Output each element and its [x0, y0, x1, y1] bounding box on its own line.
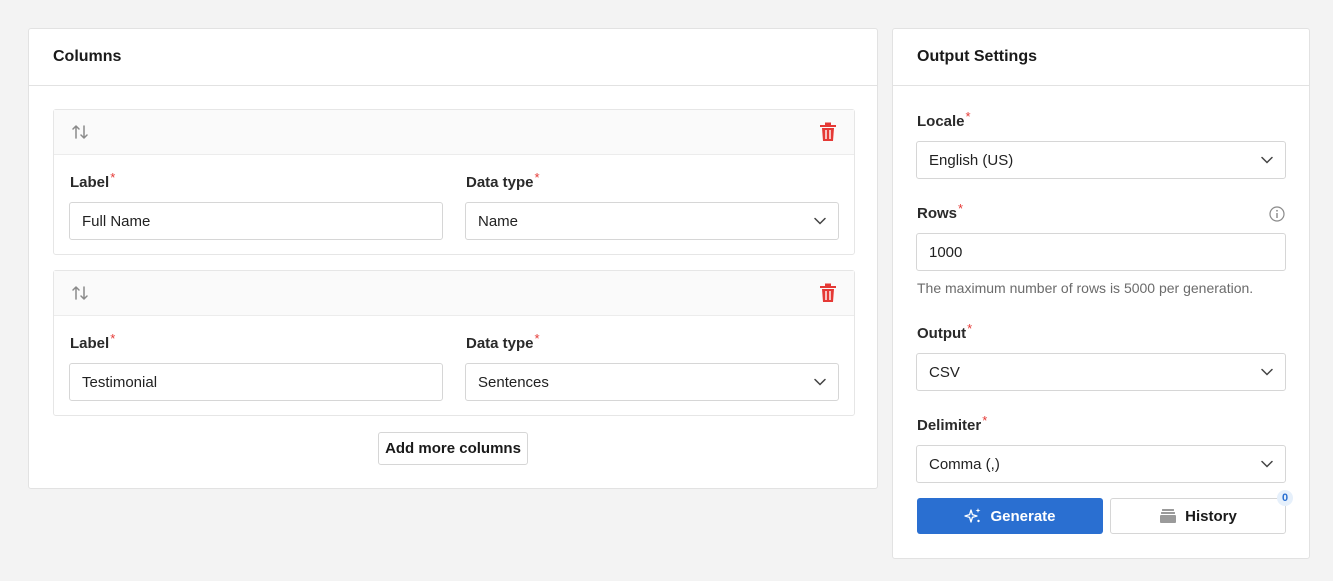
column-item-toolbar — [54, 110, 854, 155]
label-input[interactable] — [69, 363, 443, 401]
delimiter-label: Delimiter* — [917, 413, 988, 434]
generate-button[interactable]: Generate — [917, 498, 1103, 534]
history-count-badge: 0 — [1277, 490, 1293, 506]
sort-arrows-icon[interactable] — [70, 122, 90, 142]
chevron-down-icon — [1261, 460, 1273, 468]
history-button[interactable]: History 0 — [1110, 490, 1293, 534]
chevron-down-icon — [1261, 368, 1273, 376]
columns-panel: Columns Label* Data type* Name — [28, 28, 878, 489]
columns-panel-title: Columns — [29, 29, 877, 86]
column-item-toolbar — [54, 271, 854, 316]
output-label: Output* — [917, 321, 973, 342]
data-type-caption: Data type* — [466, 331, 540, 352]
output-settings-panel: Output Settings Locale* English (US) Row… — [892, 28, 1310, 559]
data-type-select[interactable]: Sentences — [465, 363, 839, 401]
output-settings-title: Output Settings — [893, 29, 1309, 86]
trash-icon[interactable] — [819, 122, 837, 142]
chevron-down-icon — [814, 217, 826, 225]
archive-icon — [1160, 509, 1177, 523]
add-more-columns-button[interactable]: Add more columns — [378, 432, 528, 465]
rows-input[interactable] — [916, 233, 1286, 271]
chevron-down-icon — [814, 378, 826, 386]
rows-label: Rows* — [917, 201, 964, 222]
data-type-value: Name — [478, 212, 519, 230]
trash-icon[interactable] — [819, 283, 837, 303]
chevron-down-icon — [1261, 156, 1273, 164]
data-type-caption: Data type* — [466, 170, 540, 191]
output-select[interactable]: CSV — [916, 353, 1286, 391]
sort-arrows-icon[interactable] — [70, 283, 90, 303]
label-caption: Label* — [70, 331, 116, 352]
column-item: Label* Data type* Sentences — [53, 270, 855, 416]
delimiter-select[interactable]: Comma (,) — [916, 445, 1286, 483]
locale-value: English (US) — [929, 151, 1014, 169]
history-label: History — [1185, 507, 1237, 525]
rows-hint: The maximum number of rows is 5000 per g… — [917, 280, 1254, 296]
delimiter-value: Comma (,) — [929, 455, 1000, 473]
sparkle-icon — [964, 508, 981, 523]
data-type-select[interactable]: Name — [465, 202, 839, 240]
info-icon[interactable] — [1269, 206, 1285, 222]
data-type-value: Sentences — [478, 373, 549, 391]
locale-label: Locale* — [917, 109, 971, 130]
column-item: Label* Data type* Name — [53, 109, 855, 255]
label-input[interactable] — [69, 202, 443, 240]
locale-select[interactable]: English (US) — [916, 141, 1286, 179]
output-value: CSV — [929, 363, 960, 381]
generate-label: Generate — [990, 507, 1056, 525]
label-caption: Label* — [70, 170, 116, 191]
